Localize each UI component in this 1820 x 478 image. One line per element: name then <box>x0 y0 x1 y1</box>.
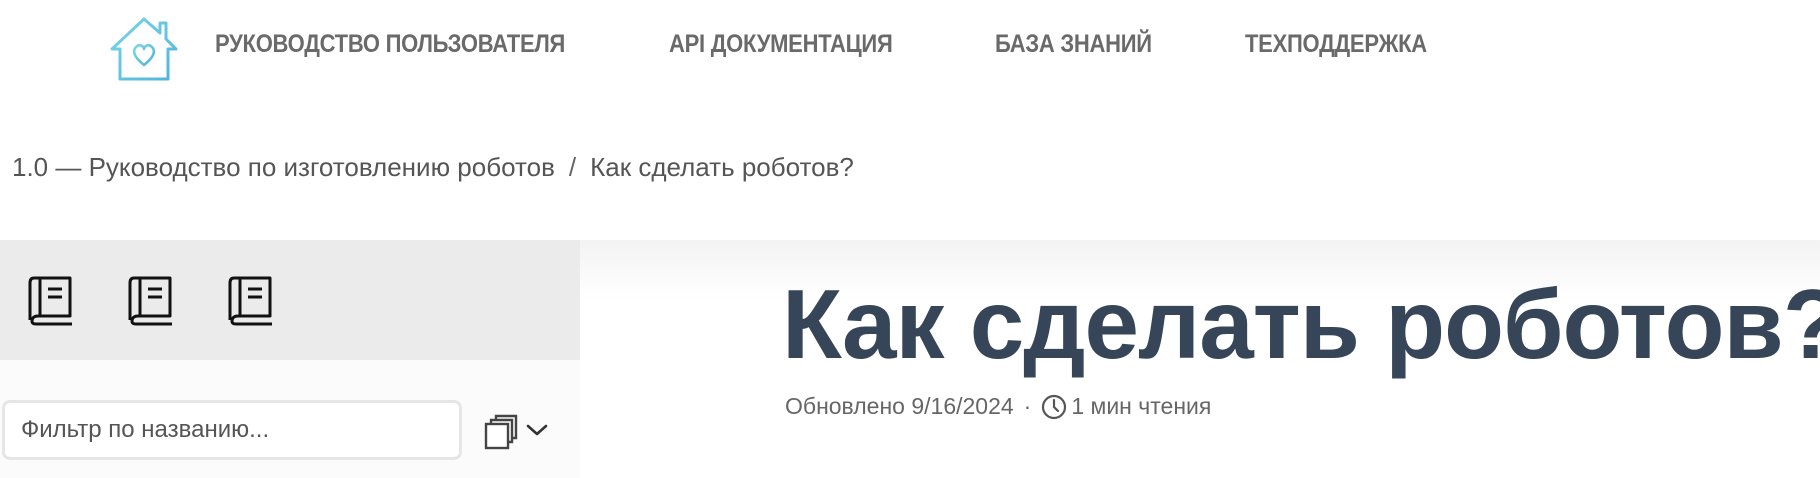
nav-support[interactable]: ТЕХПОДДЕРЖКА <box>1245 30 1427 59</box>
breadcrumb: 1.0 — Руководство по изготовлению робото… <box>12 152 854 183</box>
breadcrumb-separator: / <box>568 152 577 182</box>
page-title: Как сделать роботов? <box>782 269 1820 379</box>
read-time: 1 мин чтения <box>1071 393 1212 419</box>
book-icon[interactable] <box>26 274 76 326</box>
clock-icon <box>1042 394 1067 419</box>
nav-user-guide[interactable]: РУКОВОДСТВО ПОЛЬЗОВАТЕЛЯ <box>215 30 565 59</box>
nav-knowledge-base[interactable]: БАЗА ЗНАНИЙ <box>995 30 1152 59</box>
filter-input[interactable] <box>2 400 462 460</box>
sidebar <box>0 240 580 478</box>
chevron-down-icon[interactable] <box>526 422 548 438</box>
updated-date: Обновлено 9/16/2024 <box>785 393 1014 419</box>
header: РУКОВОДСТВО ПОЛЬЗОВАТЕЛЯ API ДОКУМЕНТАЦИ… <box>0 0 1820 100</box>
breadcrumb-parent-link[interactable]: 1.0 — Руководство по изготовлению робото… <box>12 152 555 182</box>
sidebar-toolbar <box>0 240 580 360</box>
meta-separator: · <box>1023 393 1032 419</box>
copy-icon[interactable] <box>484 414 518 450</box>
breadcrumb-current: Как сделать роботов? <box>590 152 854 182</box>
book-icon[interactable] <box>226 274 276 326</box>
nav-api-docs[interactable]: API ДОКУМЕНТАЦИЯ <box>669 30 893 59</box>
book-icon[interactable] <box>126 274 176 326</box>
article-meta: Обновлено 9/16/2024 · 1 мин чтения <box>785 393 1211 420</box>
house-heart-icon[interactable] <box>108 15 180 83</box>
